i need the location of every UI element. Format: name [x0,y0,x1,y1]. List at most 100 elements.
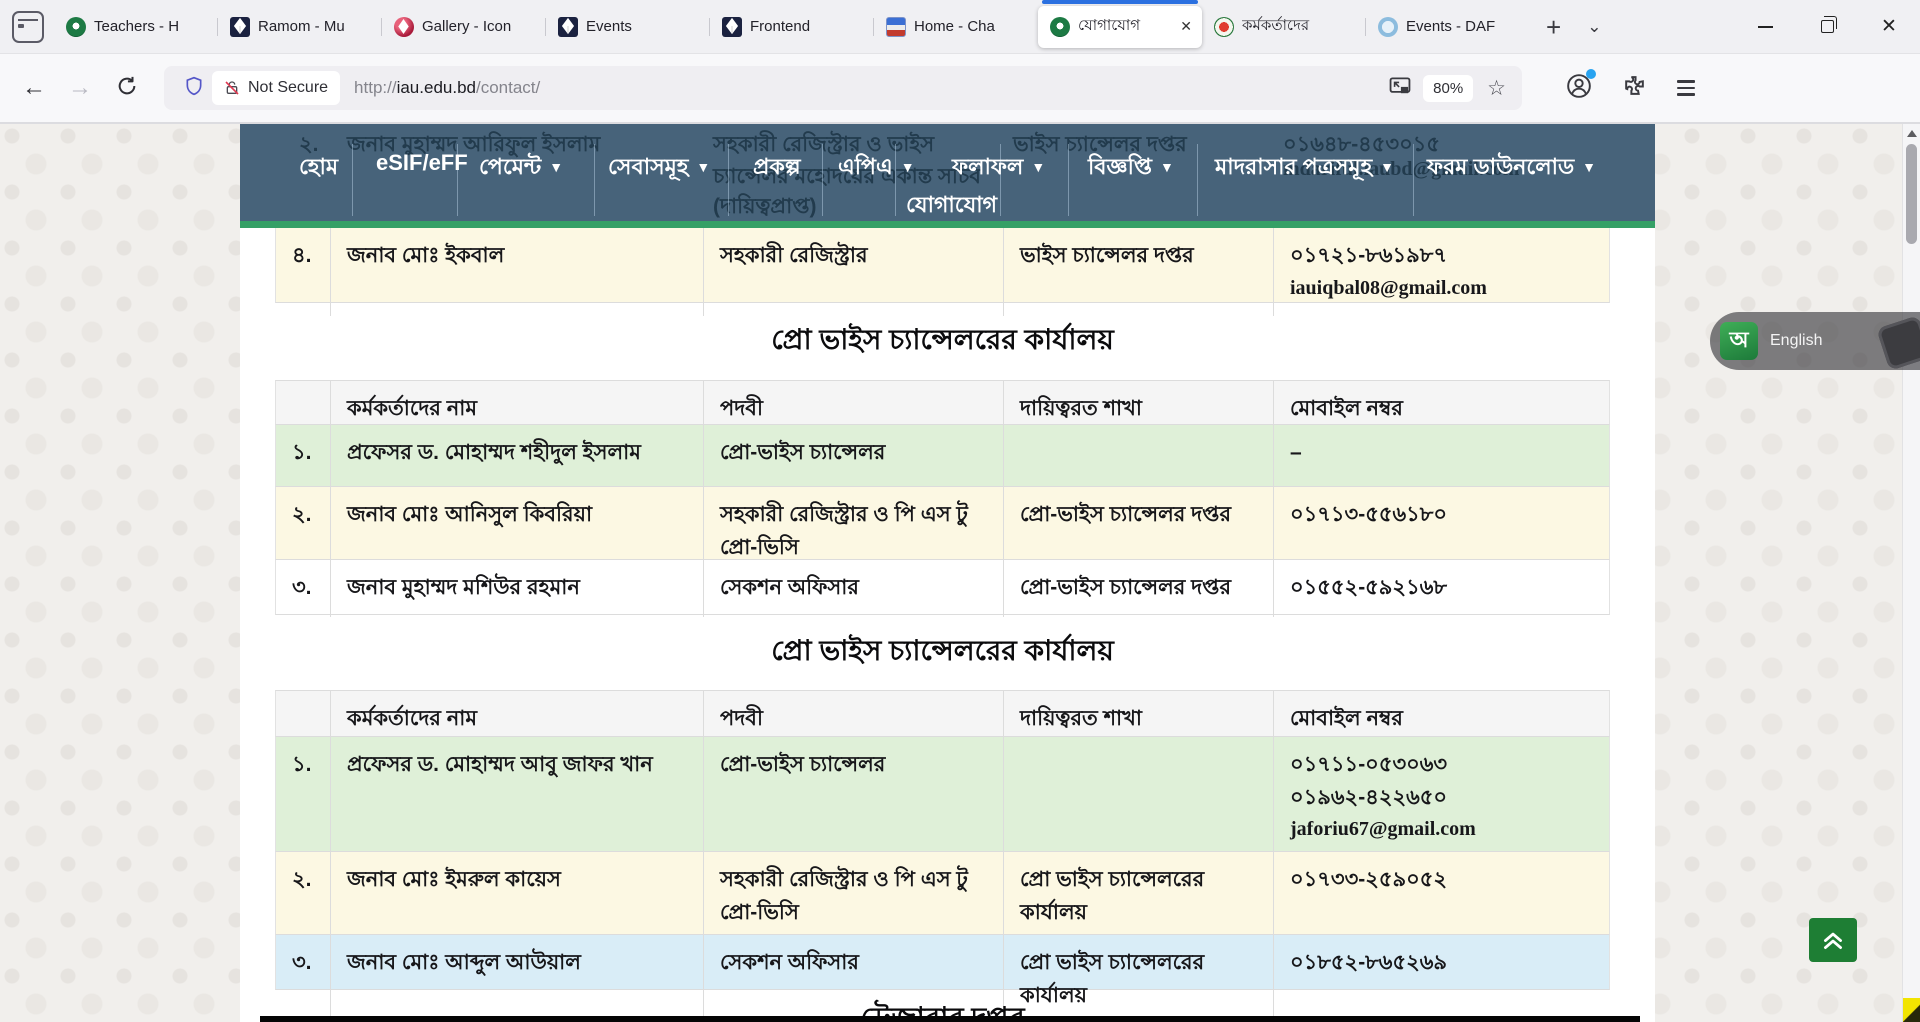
cell-name: জনাব মোঃ ইকবাল [331,228,704,316]
translate-widget[interactable]: অ English [1710,312,1920,370]
extensions-button[interactable] [1622,73,1647,103]
nav-bottom-accent [240,221,1655,228]
tab-label: যোগাযোগ [1078,14,1170,39]
clipped-table-edge [260,1016,1640,1022]
grad-cap-red-favicon [394,17,414,37]
tracking-shield-icon[interactable] [184,75,204,102]
tab-officials[interactable]: কর্মকর্তাদের [1202,6,1366,48]
table-row: ১. প্রফেসর ড. মোহাম্মদ আবু জাফর খান প্রো… [275,737,1610,852]
email-link[interactable]: iauiqbal08@gmail.com [1290,273,1595,304]
reload-button[interactable] [116,75,138,102]
tab-label: Gallery - Icon [422,18,538,35]
tab-ramom[interactable]: Ramom - Mu [218,6,382,48]
minimize-button[interactable] [1734,0,1796,54]
cell-title: সহকারী রেজিস্ট্রার [704,228,1004,316]
list-tabs-button[interactable]: ⌄ [1587,17,1601,37]
menu-button[interactable] [1677,80,1695,95]
tab-gallery[interactable]: Gallery - Icon [382,6,546,48]
tab-events[interactable]: Events [546,6,710,48]
cell-contact: ০১৫৫২-৫৯২১৬৮ [1274,560,1611,617]
tab-actions: + ⌄ [1546,14,1601,40]
firefox-view-icon[interactable] [12,11,44,43]
browser-scrollbar[interactable] [1902,124,1920,1022]
nav-projects[interactable]: প্রকল্প [753,150,801,187]
nav-payment[interactable]: পেমেন্ট▼ [479,150,563,187]
cell-contact: ০১৮৫২-৮৬৫২৬৯ [1274,935,1611,1022]
translate-badge-icon: অ [1720,322,1758,360]
cell-name: জনাব মোঃ আব্দুল আউয়াল [331,935,704,1022]
screenshot-pip-icon[interactable] [1389,77,1411,100]
tab-label: Events - DAF [1406,18,1522,35]
cell-dept: প্রো ভাইস চ্যান্সেলরের কার্যালয় [1004,852,1274,941]
bookmark-star-icon[interactable]: ☆ [1487,76,1506,101]
puzzle-icon [1622,73,1647,98]
chevron-down-icon: ▼ [901,159,915,175]
table-row: ২. জনাব মোঃ আনিসুল কিবরিয়া সহকারী রেজিস… [275,487,1610,560]
chevron-down-icon: ▼ [1160,159,1174,175]
nav-madrasah-letters[interactable]: মাদরাসার পত্রসমূহ▼ [1215,150,1394,187]
lock-slash-icon [224,80,240,96]
iau-crest-favicon [66,17,86,37]
tab-teachers[interactable]: Teachers - H [54,6,218,48]
cell-dept: প্রো-ভাইস চ্যান্সেলর দপ্তর [1004,560,1274,617]
security-label: Not Secure [248,79,328,97]
phone: ০১৯৬২-৪২২৬৫০ [1290,782,1595,815]
table-header-row: কর্মকর্তাদের নাম পদবী দায়িত্বরত শাখা মো… [275,380,1610,425]
section-title: প্রো ভাইস চ্যান্সেলরের কার্যালয় [275,615,1610,690]
account-button[interactable] [1566,73,1592,104]
double-chevron-up-icon [1820,927,1846,953]
cell-contact: ০১৭৩৩-২৫৯০৫২ [1274,852,1611,941]
scrollbar-up-arrow[interactable] [1907,130,1917,137]
translate-device-icon [1876,315,1920,370]
back-button[interactable]: ← [22,74,46,102]
url-bar[interactable]: Not Secure http://iau.edu.bd/contact/ 80… [164,66,1522,110]
restore-button[interactable] [1796,0,1858,54]
zoom-level-badge[interactable]: 80% [1423,75,1473,102]
cell-serial: ২. [276,852,331,941]
tab-frontend[interactable]: Frontend [710,6,874,48]
cell-serial: ৩. [276,935,331,1022]
nav-form-download[interactable]: ফরম ডাউনলোড▼ [1427,150,1596,187]
cell-title: প্রো-ভাইস চ্যান্সেলর [704,737,1004,857]
cell-title: সেকশন অফিসার [704,560,1004,617]
chevron-down-icon: ▼ [696,159,710,175]
chevron-down-icon: ▼ [1031,159,1045,175]
cell-serial: ৩. [276,560,331,617]
nav-esif[interactable]: eSIF/eFF [376,150,468,176]
tab-strip: Teachers - H Ramom - Mu Gallery - Icon E… [54,0,1530,54]
close-button[interactable]: ✕ [1858,0,1920,54]
cell-dept: প্রো ভাইস চ্যান্সেলরের কার্যালয় [1004,935,1274,1022]
tab-label: Ramom - Mu [258,18,374,35]
security-chip[interactable]: Not Secure [212,71,340,105]
cell-contact: – [1274,425,1611,486]
grad-cap-favicon [722,17,742,37]
new-tab-button[interactable]: + [1546,14,1561,40]
cell-dept: ভাইস চ্যান্সেলর দপ্তর [1004,228,1274,316]
table-row: ৩. জনাব মোঃ আব্দুল আউয়াল সেকশন অফিসার প… [275,935,1610,990]
table-row: ৪. জনাব মোঃ ইকবাল সহকারী রেজিস্ট্রার ভাই… [275,228,1610,303]
iau-crest-favicon [1050,17,1070,37]
tab-home[interactable]: Home - Cha [874,6,1038,48]
chevron-down-icon: ▼ [1380,159,1394,175]
tab-label: Frontend [750,18,866,35]
nav-contact[interactable]: যোগাযোগ [906,188,997,221]
tab-close-icon[interactable]: ✕ [1178,18,1194,35]
nav-services[interactable]: সেবাসমূহ▼ [608,150,710,187]
nav-home[interactable]: হোম [299,150,338,187]
email-link[interactable]: jaforiu67@gmail.com [1290,814,1595,845]
table-row: ২. জনাব মোঃ ইমরুল কায়েস সহকারী রেজিস্ট্… [275,852,1610,935]
contact-tables: ৪. জনাব মোঃ ইকবাল সহকারী রেজিস্ট্রার ভাই… [275,228,1610,1016]
screen: { "icons": { "new_tab": "+", "tab_list":… [0,0,1920,1022]
url-text: http://iau.edu.bd/contact/ [354,78,540,98]
nav-notices[interactable]: বিজ্ঞপ্তি▼ [1088,150,1174,187]
scroll-to-top-button[interactable] [1809,918,1857,962]
tab-contact-active[interactable]: যোগাযোগ ✕ [1038,6,1202,48]
nav-apa[interactable]: এপিএ▼ [838,150,915,187]
tab-events-daf[interactable]: Events - DAF [1366,6,1530,48]
nav-results[interactable]: ফলাফল▼ [952,150,1045,187]
forward-button[interactable]: → [68,74,92,102]
scrollbar-thumb[interactable] [1906,144,1917,244]
navigation-toolbar: ← → Not Secure http://iau.edu.bd/con [0,54,1920,124]
grad-cap-favicon [230,17,250,37]
cell-name: জনাব মুহাম্মদ মশিউর রহমান [331,560,704,617]
